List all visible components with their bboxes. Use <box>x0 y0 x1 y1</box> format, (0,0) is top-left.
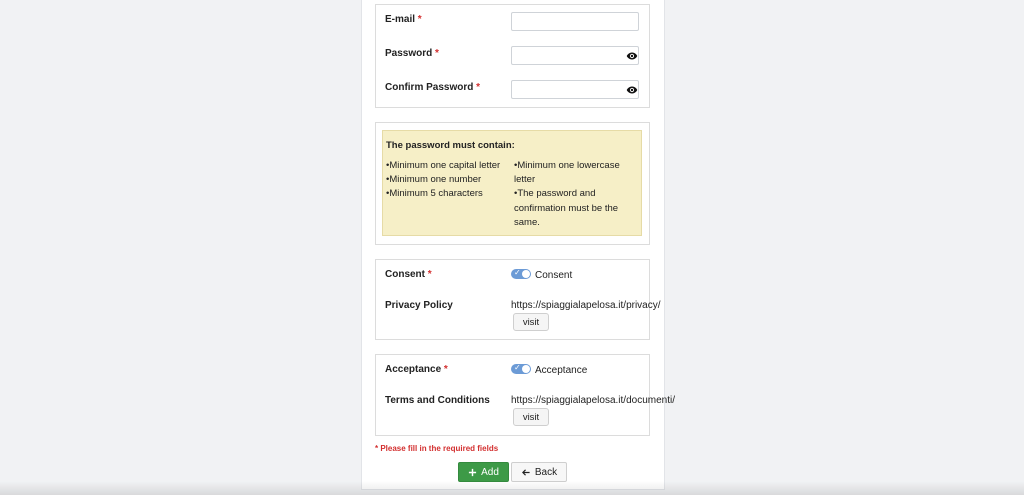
add-button[interactable]: Add <box>458 462 509 482</box>
consent-toggle-label: Consent <box>535 270 573 281</box>
consent-card: Consent * ✓ Consent Privacy Policy https… <box>375 259 661 340</box>
toggle-knob <box>522 270 530 278</box>
email-field[interactable] <box>511 12 639 31</box>
password-rules-card: The password must contain: •Minimum one … <box>375 122 650 245</box>
password-label: Password * <box>385 48 439 59</box>
password-rule: •Minimum 5 characters <box>386 188 483 200</box>
confirm-password-field[interactable] <box>511 80 639 99</box>
acceptance-toggle[interactable]: ✓ <box>511 363 531 374</box>
password-rule: •Minimum one capital letter <box>386 160 501 171</box>
required-mark: * <box>417 14 422 25</box>
privacy-policy-url: https://spiaggialapelosa.it/privacy/ <box>511 300 661 311</box>
password-rules-column-2: •Minimum one lowercase letter •The passw… <box>514 159 630 230</box>
arrow-left-icon <box>521 468 530 476</box>
confirm-password-label: Confirm Password * <box>385 82 481 93</box>
terms-url: https://spiaggialapelosa.it/documenti/ <box>511 395 675 406</box>
required-mark: * <box>443 364 448 375</box>
credentials-card: E-mail * Password * Confirm Password * <box>375 4 650 108</box>
toggle-knob <box>522 365 530 373</box>
terms-label: Terms and Conditions <box>385 395 490 406</box>
add-button-label: Add <box>481 466 499 478</box>
acceptance-card: Acceptance * ✓ Acceptance Terms and Cond… <box>375 354 675 436</box>
registration-form-panel: E-mail * Password * Confirm Password * T… <box>361 0 675 490</box>
password-rule: •Minimum one lowercase letter <box>514 160 620 186</box>
privacy-visit-button[interactable]: visit <box>513 313 549 331</box>
required-mark: * <box>435 48 439 59</box>
eye-icon[interactable] <box>626 50 638 62</box>
password-field[interactable] <box>511 46 639 65</box>
required-mark: * <box>427 269 432 280</box>
consent-toggle[interactable]: ✓ <box>511 268 531 279</box>
back-button[interactable]: Back <box>511 462 567 482</box>
privacy-policy-label: Privacy Policy <box>385 300 453 311</box>
required-fields-note: * Please fill in the required fields <box>375 444 499 453</box>
plus-icon <box>468 468 477 476</box>
password-rules-title: The password must contain: <box>386 140 515 151</box>
password-rule: •The password and confirmation must be t… <box>514 188 619 228</box>
password-rules-notice: The password must contain: •Minimum one … <box>382 130 642 236</box>
required-mark: * <box>476 82 481 93</box>
consent-label: Consent * <box>385 269 432 280</box>
email-label: E-mail * <box>385 14 422 25</box>
check-icon: ✓ <box>514 363 521 372</box>
password-rules-column-1: •Minimum one capital letter •Minimum one… <box>386 159 510 202</box>
eye-icon[interactable] <box>626 84 638 96</box>
check-icon: ✓ <box>514 268 521 277</box>
bottom-shadow <box>0 481 1024 495</box>
back-button-label: Back <box>534 466 558 478</box>
terms-visit-button[interactable]: visit <box>513 408 549 426</box>
acceptance-toggle-label: Acceptance <box>535 365 588 376</box>
password-rule: •Minimum one number <box>386 174 482 186</box>
acceptance-label: Acceptance * <box>385 364 448 375</box>
